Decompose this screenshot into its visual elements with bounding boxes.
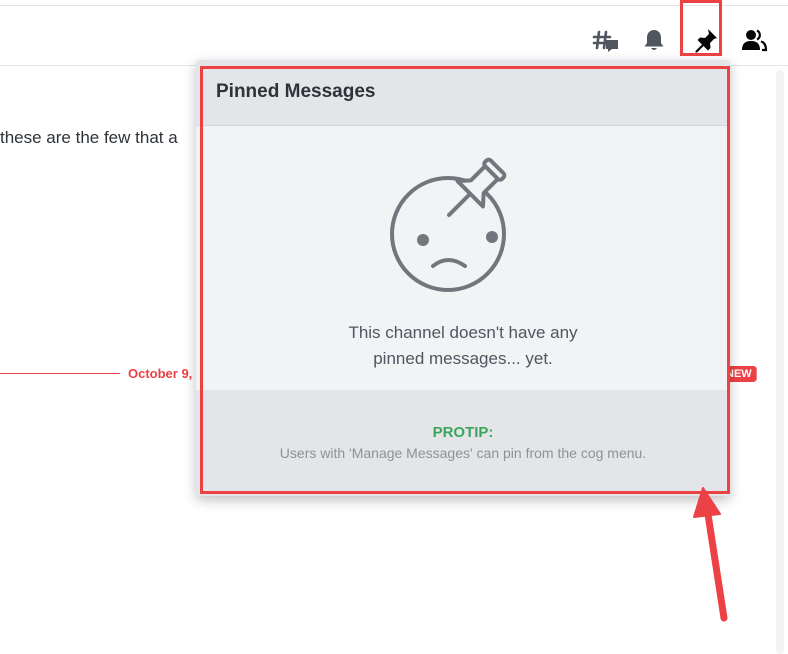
member-list-button[interactable] [738,24,770,56]
pin-icon [692,26,720,54]
new-messages-divider [0,373,120,374]
scrollbar[interactable] [776,70,784,654]
members-icon [740,26,768,54]
popout-header: Pinned Messages [196,60,730,126]
protip-title: PROTIP: [432,424,494,441]
threads-icon [592,26,620,54]
empty-state-line-1: This channel doesn't have any [348,323,578,342]
protip-box: PROTIP: Users with 'Manage Messages' can… [196,390,730,496]
discord-channel-view: these are the few that a October 9, NEW … [0,0,788,654]
date-divider-label: October 9, [128,366,193,381]
message-text: these are the few that a [0,128,178,147]
pinned-messages-button[interactable] [690,24,722,56]
pinned-messages-popout: Pinned Messages This channel doesn't hav… [196,60,730,496]
popout-title: Pinned Messages [216,81,376,102]
channel-header [0,6,788,66]
protip-text: Users with 'Manage Messages' can pin fro… [279,445,647,461]
annotation-arrow-icon [693,487,728,622]
threads-button[interactable] [590,24,622,56]
empty-state-line-2: pinned messages... yet. [373,349,553,368]
notifications-button[interactable] [638,24,670,56]
sad-face-pin-illustration [386,142,526,302]
bell-icon [641,27,667,53]
